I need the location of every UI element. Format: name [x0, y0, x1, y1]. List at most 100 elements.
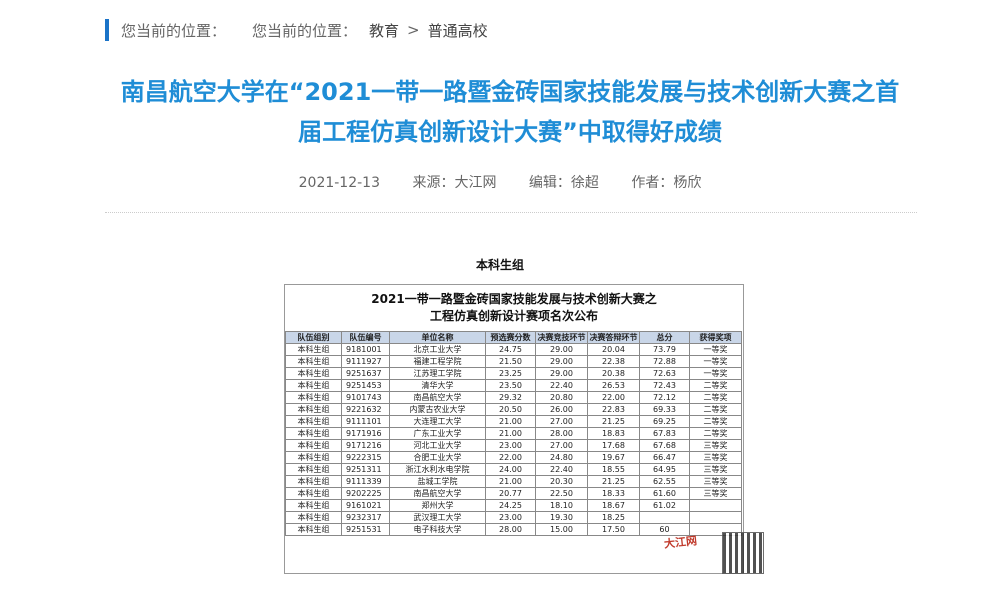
breadcrumb-link-universities[interactable]: 普通高校: [428, 20, 488, 41]
table-cell: 27.00: [535, 415, 588, 428]
table-cell: 20.50: [485, 403, 536, 416]
table-cell: 9111101: [341, 415, 390, 428]
results-table-image: 2021一带一路暨金砖国家技能发展与技术创新大赛之 工程仿真创新设计赛项名次公布…: [284, 284, 744, 574]
table-cell: 23.50: [485, 379, 536, 392]
table-cell: 本科生组: [285, 427, 342, 440]
table-cell: [689, 499, 742, 512]
table-cell: 二等奖: [689, 427, 742, 440]
table-cell: 69.33: [639, 403, 690, 416]
table-cell: 20.77: [485, 487, 536, 500]
table-cell: 28.00: [535, 427, 588, 440]
table-cell: 9171916: [341, 427, 390, 440]
table-cell: 本科生组: [285, 355, 342, 368]
figure-caption: 本科生组: [475, 258, 524, 272]
table-cell: 23.00: [485, 439, 536, 452]
table-cell: 本科生组: [285, 487, 342, 500]
table-cell: 29.00: [535, 355, 588, 368]
table-cell: 72.63: [639, 367, 690, 380]
table-cell: 20.04: [587, 343, 640, 356]
table-cell: 本科生组: [285, 451, 342, 464]
article-editor: 编辑：徐超: [528, 175, 599, 191]
table-title-line1: 2021一带一路暨金砖国家技能发展与技术创新大赛之: [371, 292, 657, 306]
table-cell: 29.32: [485, 391, 536, 404]
table-cell: 72.43: [639, 379, 690, 392]
table-cell: 本科生组: [285, 343, 342, 356]
table-cell: 二等奖: [689, 403, 742, 416]
table-cell: 73.79: [639, 343, 690, 356]
table-row: 本科生组 9111101 大连理工大学 21.00 27.00 21.25 69.25 二等奖: [285, 415, 742, 428]
table-cell: 67.83: [639, 427, 690, 440]
table-cell: 一等奖: [689, 343, 742, 356]
table-cell: 23.25: [485, 367, 536, 380]
table-row: 本科生组 9251311 浙江水利水电学院 24.00 22.40 18.55 64.95 三…: [285, 463, 742, 476]
table-cell: 22.38: [587, 355, 640, 368]
results-table: 队伍组别 队伍编号 单位名称 预选赛分数 决赛竞技环节 决赛答辩环节 总分 获得…: [285, 331, 742, 536]
table-cell: 郑州大学: [389, 499, 486, 512]
qr-code-icon: [722, 532, 764, 574]
table-cell: 15.00: [535, 523, 588, 536]
breadcrumb-link-education[interactable]: 教育: [369, 20, 399, 41]
table-header-cell: 预选赛分数: [485, 331, 536, 344]
table-cell: 二等奖: [689, 391, 742, 404]
table-cell: 三等奖: [689, 439, 742, 452]
table-cell: 62.55: [639, 475, 690, 488]
article-source: 来源：大江网: [412, 175, 497, 191]
table-cell: 江苏理工学院: [389, 367, 486, 380]
table-cell: 24.25: [485, 499, 536, 512]
table-cell: 18.25: [587, 511, 640, 524]
table-cell: 二等奖: [689, 415, 742, 428]
table-cell: 本科生组: [285, 367, 342, 380]
table-cell: 24.80: [535, 451, 588, 464]
table-cell: 本科生组: [285, 511, 342, 524]
breadcrumb-accent-bar: [105, 19, 109, 41]
table-cell: 本科生组: [285, 439, 342, 452]
table-cell: 66.47: [639, 451, 690, 464]
table-row: 本科生组 9222315 合肥工业大学 22.00 24.80 19.67 66.47 三等奖: [285, 451, 742, 464]
table-cell: 北京工业大学: [389, 343, 486, 356]
table-cell: 72.88: [639, 355, 690, 368]
watermark-logo: 大江网: [663, 534, 698, 551]
table-cell: 26.53: [587, 379, 640, 392]
table-header-cell: 决赛答辩环节: [587, 331, 640, 344]
table-cell: 9232317: [341, 511, 390, 524]
table-cell: 内蒙古农业大学: [389, 403, 486, 416]
table-row: 本科生组 9171916 广东工业大学 21.00 28.00 18.83 67.83 二等奖: [285, 427, 742, 440]
table-cell: 23.00: [485, 511, 536, 524]
table-cell: 三等奖: [689, 487, 742, 500]
table-title: 2021一带一路暨金砖国家技能发展与技术创新大赛之 工程仿真创新设计赛项名次公布: [285, 291, 743, 331]
table-cell: 28.00: [485, 523, 536, 536]
table-header-cell: 决赛竞技环节: [535, 331, 588, 344]
table-row: 本科生组 9111927 福建工程学院 21.50 29.00 22.38 72.88 一等奖: [285, 355, 742, 368]
table-cell: 9251453: [341, 379, 390, 392]
table-cell: 29.00: [535, 367, 588, 380]
table-header-cell: 单位名称: [389, 331, 486, 344]
table-cell: 二等奖: [689, 379, 742, 392]
article-meta: 2021-12-13 来源：大江网 编辑：徐超 作者：杨欣: [0, 172, 1000, 192]
table-cell: 电子科技大学: [389, 523, 486, 536]
table-cell: 9251531: [341, 523, 390, 536]
breadcrumb: 您当前的位置： 您当前的位置： 教育 > 普通高校: [105, 18, 488, 42]
table-cell: 22.40: [535, 379, 588, 392]
table-row: 本科生组 9251453 清华大学 23.50 22.40 26.53 72.43 二等奖: [285, 379, 742, 392]
table-cell: 18.67: [587, 499, 640, 512]
table-cell: 72.12: [639, 391, 690, 404]
table-cell: 三等奖: [689, 451, 742, 464]
table-row: 本科生组 9221632 内蒙古农业大学 20.50 26.00 22.83 69.33 二等…: [285, 403, 742, 416]
table-cell: 河北工业大学: [389, 439, 486, 452]
table-cell: 17.50: [587, 523, 640, 536]
table-cell: 18.10: [535, 499, 588, 512]
table-cell: 福建工程学院: [389, 355, 486, 368]
table-row: 本科生组 9181001 北京工业大学 24.75 29.00 20.04 73.79 一等奖: [285, 343, 742, 356]
table-cell: 18.83: [587, 427, 640, 440]
table-cell: 61.02: [639, 499, 690, 512]
table-cell: 22.50: [535, 487, 588, 500]
table-cell: 9222315: [341, 451, 390, 464]
article-author: 作者：杨欣: [631, 175, 702, 191]
table-cell: 9251637: [341, 367, 390, 380]
table-cell: 浙江水利水电学院: [389, 463, 486, 476]
table-cell: 9111339: [341, 475, 390, 488]
table-row: 本科生组 9171216 河北工业大学 23.00 27.00 17.68 67.68 三等奖: [285, 439, 742, 452]
table-cell: 本科生组: [285, 463, 342, 476]
table-title-line2: 工程仿真创新设计赛项名次公布: [429, 309, 598, 323]
table-cell: 21.00: [485, 427, 536, 440]
